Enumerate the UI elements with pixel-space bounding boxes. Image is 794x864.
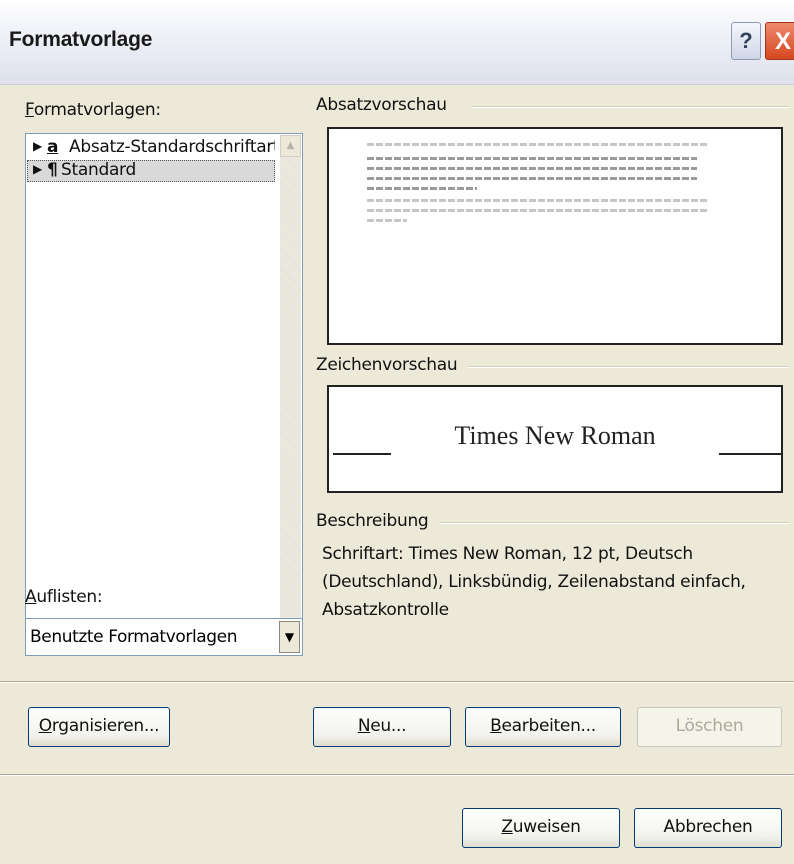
list-item-absatz-standardschriftart[interactable]: ▶ a Absatz-Standardschriftart	[27, 137, 275, 159]
group-divider	[468, 366, 789, 368]
dialog-title: Formatvorlage	[9, 28, 153, 51]
apply-button[interactable]: Zuweisen	[462, 808, 620, 848]
preview-line	[367, 209, 707, 212]
character-preview-label: Zeichenvorschau	[316, 355, 458, 375]
separator	[0, 681, 794, 683]
help-button[interactable]: ?	[731, 22, 761, 60]
organize-button[interactable]: Organisieren...	[28, 707, 170, 747]
delete-button[interactable]: Löschen	[637, 707, 782, 747]
description-text: Schriftart: Times New Roman, 12 pt, Deut…	[322, 544, 746, 620]
scroll-up-arrow-icon[interactable]: ▲	[280, 135, 301, 157]
list-item-label: Standard	[61, 160, 136, 180]
list-filter-value: Benutzte Formatvorlagen	[30, 627, 238, 647]
dropdown-arrow-icon[interactable]: ▼	[279, 621, 300, 653]
title-bar[interactable]: Formatvorlage ? X	[0, 0, 794, 85]
close-icon: X	[774, 28, 791, 55]
paragraph-preview-label: Absatzvorschau	[316, 95, 447, 115]
preview-line	[367, 177, 697, 180]
help-icon: ?	[739, 28, 753, 53]
styles-list-label: Formatvorlagen:	[25, 100, 161, 120]
paragraph-style-icon: ¶	[47, 160, 58, 180]
preview-line	[367, 219, 407, 222]
list-item-label: Absatz-Standardschriftart	[69, 137, 275, 157]
expand-arrow-icon[interactable]: ▶	[33, 162, 42, 176]
new-button[interactable]: Neu...	[313, 707, 451, 747]
styles-list[interactable]: ▶ a Absatz-Standardschriftart ▶ ¶ Standa…	[25, 133, 303, 651]
preview-line	[367, 167, 697, 170]
preview-line	[367, 199, 707, 202]
edit-button[interactable]: Bearbeiten...	[465, 707, 621, 747]
character-preview: Times New Roman	[327, 385, 783, 493]
separator	[0, 774, 794, 776]
font-sample-text: Times New Roman	[454, 421, 656, 450]
list-filter-label: Auflisten:	[25, 587, 103, 607]
sample-underline	[333, 453, 391, 455]
preview-line	[367, 143, 707, 146]
description-label: Beschreibung	[316, 511, 429, 531]
paragraph-preview	[327, 127, 783, 345]
preview-line	[367, 157, 697, 160]
cancel-button[interactable]: Abbrechen	[634, 808, 782, 848]
list-filter-select[interactable]: Benutzte Formatvorlagen ▼	[25, 618, 303, 656]
character-style-icon: a	[47, 137, 59, 157]
group-divider	[440, 522, 789, 524]
sample-underline	[719, 453, 781, 455]
style-dialog: Formatvorlage ? X Formatvorlagen: ▶ a Ab…	[0, 0, 794, 864]
list-item-standard[interactable]: ▶ ¶ Standard	[27, 160, 275, 182]
close-button[interactable]: X	[765, 22, 794, 60]
preview-line	[367, 187, 477, 190]
dialog-body: Formatvorlagen: ▶ a Absatz-Standardschri…	[0, 84, 794, 864]
expand-arrow-icon[interactable]: ▶	[33, 139, 42, 153]
group-divider	[471, 106, 789, 108]
list-scrollbar[interactable]: ▲ ▼	[280, 135, 301, 649]
